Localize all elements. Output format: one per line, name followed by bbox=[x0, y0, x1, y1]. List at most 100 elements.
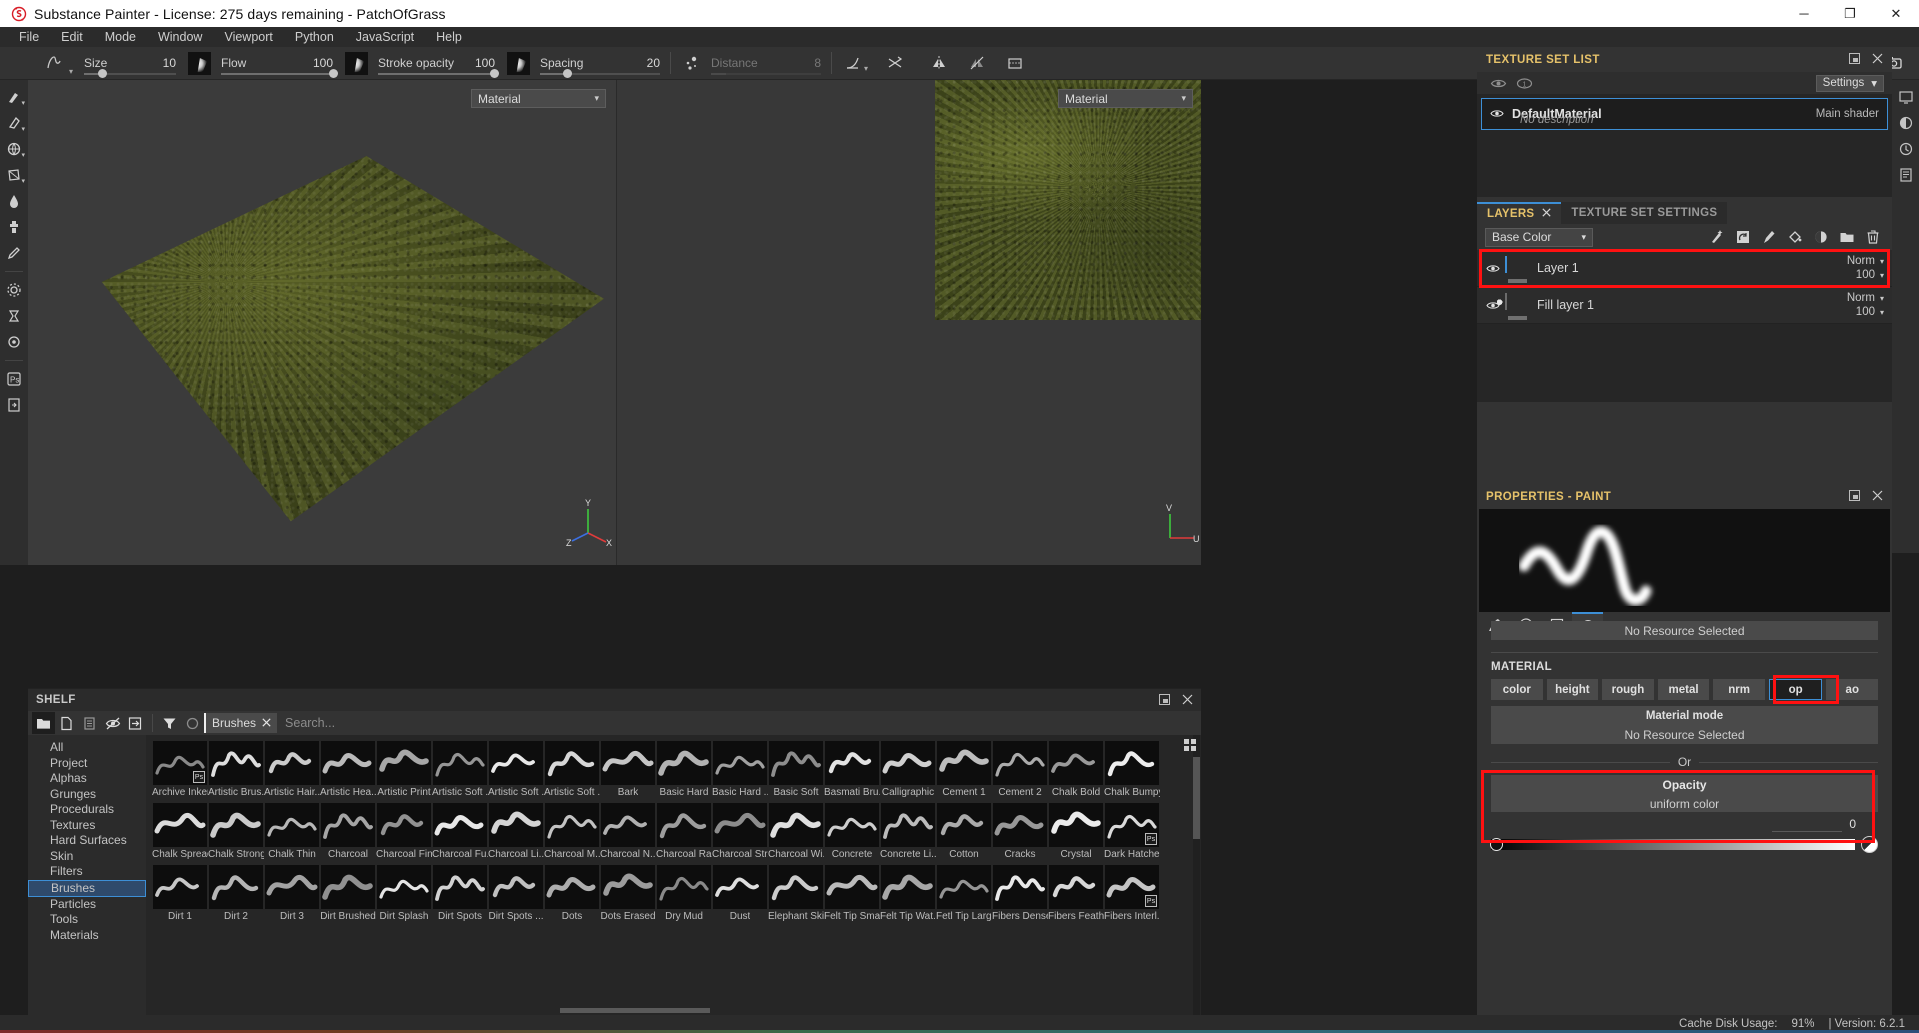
shelf-category-project[interactable]: Project bbox=[28, 756, 146, 772]
layer-opacity[interactable]: 100 ▾ bbox=[1856, 269, 1884, 281]
menu-window[interactable]: Window bbox=[147, 27, 213, 47]
menu-viewport[interactable]: Viewport bbox=[213, 27, 283, 47]
brush-item[interactable]: Artistic Brus... bbox=[208, 741, 264, 798]
brush-item[interactable]: Chalk Thin bbox=[264, 803, 320, 860]
viewport-container[interactable]: Material ▾ Y X Z Material ▾ V U bbox=[28, 80, 1201, 565]
shelf-category-all[interactable]: All bbox=[28, 740, 146, 756]
circle-icon[interactable] bbox=[181, 712, 204, 734]
brush-thumbnail[interactable] bbox=[545, 741, 599, 785]
paint-brush-icon[interactable]: ▾ bbox=[1, 84, 27, 109]
layer-opacity[interactable]: 100 ▾ bbox=[1856, 306, 1884, 318]
shelf-category-skin[interactable]: Skin bbox=[28, 849, 146, 865]
brush-thumbnail[interactable] bbox=[265, 741, 319, 785]
eye-icon[interactable] bbox=[1483, 263, 1503, 274]
channel-button-height[interactable]: height bbox=[1546, 679, 1599, 700]
new-file-icon[interactable] bbox=[55, 712, 78, 734]
brush-item[interactable]: Dirt Spots bbox=[432, 865, 488, 922]
layer-mask-strip[interactable] bbox=[1508, 316, 1527, 320]
brush-thumbnail[interactable] bbox=[769, 865, 823, 909]
brush-thumbnail[interactable] bbox=[377, 741, 431, 785]
brush-thumbnail[interactable] bbox=[825, 803, 879, 847]
menu-help[interactable]: Help bbox=[425, 27, 473, 47]
brush-grid[interactable]: Ps Archive Inker Artistic Brus... Artistic … bbox=[146, 735, 1168, 927]
chevron-down-icon[interactable]: ▾ bbox=[1880, 294, 1884, 303]
flow-slider[interactable]: Flow 100 bbox=[217, 47, 338, 80]
distance-slider[interactable]: Distance 8 bbox=[707, 47, 825, 80]
shader-settings-icon[interactable] bbox=[1893, 110, 1919, 135]
brush-item[interactable]: Basic Soft bbox=[768, 741, 824, 798]
brush-thumbnail[interactable] bbox=[993, 803, 1047, 847]
brush-thumbnail[interactable] bbox=[153, 803, 207, 847]
brush-item[interactable]: Crystal bbox=[1048, 803, 1104, 860]
shelf-category-alphas[interactable]: Alphas bbox=[28, 771, 146, 787]
brush-thumbnail[interactable] bbox=[881, 741, 935, 785]
opacity-color-swatch[interactable] bbox=[1861, 836, 1878, 853]
chevron-down-icon[interactable]: ▾ bbox=[1880, 308, 1884, 317]
brush-thumbnail[interactable] bbox=[657, 803, 711, 847]
chevron-down-icon[interactable]: ▾ bbox=[1181, 93, 1186, 104]
viewport-2d-channel-combo[interactable]: Material ▾ bbox=[1058, 89, 1193, 108]
smudge-icon[interactable] bbox=[1, 188, 27, 213]
brush-item[interactable]: Dust bbox=[712, 865, 768, 922]
layer-row-fill-layer-1[interactable]: Fill layer 1 Norm ▾ 100 ▾ bbox=[1477, 287, 1892, 324]
brush-item[interactable]: Basic Hard ... bbox=[712, 741, 768, 798]
brush-item[interactable]: Charcoal Ra... bbox=[656, 803, 712, 860]
brush-thumbnail[interactable] bbox=[321, 803, 375, 847]
chevron-down-icon[interactable]: ▾ bbox=[594, 93, 599, 104]
close-icon[interactable] bbox=[1542, 208, 1552, 220]
brush-thumbnail[interactable] bbox=[825, 865, 879, 909]
brush-thumbnail[interactable] bbox=[433, 741, 487, 785]
symmetry-plane-icon[interactable] bbox=[924, 47, 954, 80]
brush-item[interactable]: Charcoal M... bbox=[544, 803, 600, 860]
chevron-down-icon[interactable]: ▾ bbox=[1880, 271, 1884, 280]
filter-funnel-icon[interactable] bbox=[158, 712, 181, 734]
log-icon[interactable] bbox=[1893, 162, 1919, 187]
brush-thumbnail[interactable]: Ps bbox=[1105, 865, 1159, 909]
brush-item[interactable]: Artistic Soft ... bbox=[488, 741, 544, 798]
brush-item[interactable]: Cement 2 bbox=[992, 741, 1048, 798]
material-mode-value[interactable]: No Resource Selected bbox=[1491, 725, 1878, 744]
channel-button-color[interactable]: color bbox=[1491, 679, 1543, 700]
add-effect-icon[interactable] bbox=[1705, 226, 1728, 248]
shelf-grid-container[interactable]: Ps Archive Inker Artistic Brus... Artistic … bbox=[146, 735, 1201, 1015]
shelf-category-filters[interactable]: Filters bbox=[28, 864, 146, 880]
shelf-search-input[interactable]: Search... bbox=[277, 712, 1201, 734]
clone-stamp-icon[interactable] bbox=[1, 214, 27, 239]
stroke-opacity-slider[interactable]: Stroke opacity 100 bbox=[374, 47, 500, 80]
photoshop-export-icon[interactable]: Ps bbox=[1, 366, 27, 391]
tab-layers[interactable]: LAYERS bbox=[1477, 202, 1562, 224]
opacity-alpha-icon[interactable] bbox=[507, 51, 530, 75]
brush-thumbnail[interactable] bbox=[937, 803, 991, 847]
chevron-down-icon[interactable]: ▾ bbox=[69, 67, 73, 76]
brush-thumbnail[interactable] bbox=[545, 865, 599, 909]
add-folder-icon[interactable] bbox=[1835, 226, 1858, 248]
brush-item[interactable]: Charcoal Fu... bbox=[432, 803, 488, 860]
viewport-3d[interactable]: Material ▾ Y X Z bbox=[28, 80, 616, 565]
menu-mode[interactable]: Mode bbox=[94, 27, 147, 47]
brush-item[interactable]: Fibers Feather bbox=[1048, 865, 1104, 922]
viewport-horizontal-scrollbar[interactable] bbox=[560, 1008, 710, 1013]
shelf-category-grunges[interactable]: Grunges bbox=[28, 787, 146, 803]
close-icon[interactable] bbox=[262, 716, 271, 730]
brush-item[interactable]: Basmati Bru... bbox=[824, 741, 880, 798]
brush-thumbnail[interactable] bbox=[545, 803, 599, 847]
menu-edit[interactable]: Edit bbox=[50, 27, 94, 47]
menu-python[interactable]: Python bbox=[284, 27, 345, 47]
brush-item[interactable]: Dry Mud bbox=[656, 865, 712, 922]
brush-item[interactable]: Artistic Hair... bbox=[264, 741, 320, 798]
brush-thumbnail[interactable] bbox=[937, 865, 991, 909]
shelf-category-particles[interactable]: Particles bbox=[28, 897, 146, 913]
menu-file[interactable]: File bbox=[8, 27, 50, 47]
brush-thumbnail[interactable] bbox=[377, 803, 431, 847]
shelf-category-textures[interactable]: Textures bbox=[28, 818, 146, 834]
channel-button-op[interactable]: op bbox=[1768, 679, 1823, 700]
eraser-icon[interactable]: ▾ bbox=[1, 110, 27, 135]
brush-item[interactable]: Dirt 1 bbox=[152, 865, 208, 922]
opacity-slider-handle[interactable] bbox=[1490, 838, 1503, 851]
brush-thumbnail[interactable] bbox=[657, 741, 711, 785]
brush-thumbnail[interactable] bbox=[377, 865, 431, 909]
brush-thumbnail[interactable] bbox=[769, 803, 823, 847]
brush-item[interactable]: Chalk Bumpy bbox=[1104, 741, 1160, 798]
brush-thumbnail[interactable] bbox=[1105, 741, 1159, 785]
brush-thumbnail[interactable] bbox=[657, 865, 711, 909]
